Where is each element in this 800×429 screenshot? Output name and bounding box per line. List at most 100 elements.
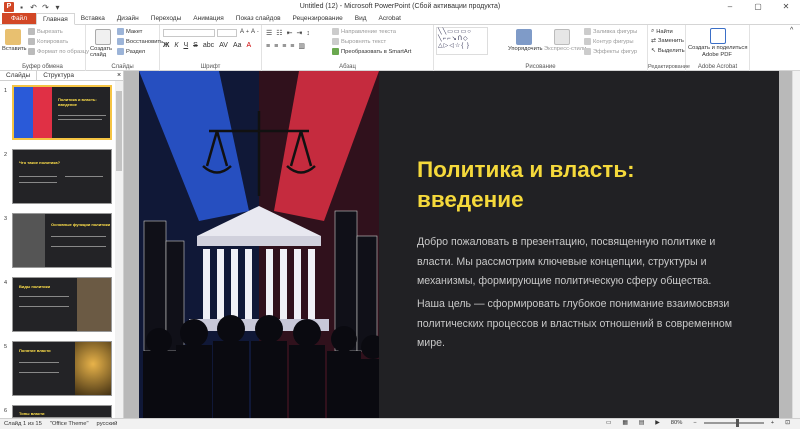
thumb-title: Типы власти bbox=[19, 411, 45, 416]
new-slide-button[interactable]: Создать слайд bbox=[90, 46, 116, 58]
quick-styles-button[interactable]: Экспресс-стили bbox=[544, 46, 586, 52]
underline-button[interactable]: Ч bbox=[183, 42, 188, 49]
close-pane-icon[interactable]: × bbox=[114, 71, 124, 80]
cut-button[interactable]: Вырезать bbox=[28, 28, 63, 35]
fill-icon bbox=[584, 28, 591, 35]
tab-insert[interactable]: Вставка bbox=[75, 13, 111, 24]
maximize-button[interactable]: ▢ bbox=[744, 0, 772, 14]
replace-button[interactable]: ⇄ Заменить bbox=[651, 38, 684, 44]
collapse-ribbon-icon[interactable]: ^ bbox=[790, 27, 793, 34]
slide-thumbnail-5[interactable]: Понятие власти bbox=[12, 341, 112, 396]
justify-icon[interactable]: ≡ bbox=[290, 43, 294, 50]
outline-icon bbox=[584, 38, 591, 45]
zoom-level[interactable]: 80% bbox=[667, 420, 687, 426]
shape-effects-button[interactable]: Эффекты фигур bbox=[584, 48, 637, 55]
slide-counter: Слайд 1 из 15 bbox=[4, 421, 42, 427]
paste-button[interactable]: Вставить bbox=[2, 46, 27, 52]
slide-paragraph-2[interactable]: Наша цель — сформировать глубокое понима… bbox=[417, 295, 747, 354]
tab-animations[interactable]: Анимация bbox=[187, 13, 230, 24]
copy-button[interactable]: Копировать bbox=[28, 38, 68, 45]
bullets-icon[interactable]: ☰ bbox=[266, 29, 272, 37]
slide-thumbnail-1[interactable]: Политика и власть: введение bbox=[12, 85, 112, 140]
bold-button[interactable]: Ж bbox=[163, 42, 169, 49]
save-icon[interactable]: ▪ bbox=[17, 3, 26, 12]
font-color-button[interactable]: A bbox=[247, 42, 252, 49]
reading-view-icon[interactable]: ▤ bbox=[635, 420, 648, 426]
spacing-button[interactable]: AV bbox=[219, 42, 228, 49]
language-indicator[interactable]: русский bbox=[93, 421, 122, 427]
format-painter-button[interactable]: Формат по образцу bbox=[28, 48, 89, 55]
customize-qat-icon[interactable]: ▾ bbox=[53, 3, 62, 12]
line-spacing-icon[interactable]: ↕ bbox=[306, 30, 310, 37]
indent-increase-icon[interactable]: ⇥ bbox=[296, 29, 302, 37]
find-button[interactable]: ⌕ Найти bbox=[651, 28, 673, 35]
tab-review[interactable]: Рецензирование bbox=[287, 13, 349, 24]
arrange-button[interactable]: Упорядочить bbox=[508, 46, 543, 52]
zoom-slider-knob[interactable] bbox=[735, 419, 739, 427]
slide-thumbnail-3[interactable]: Основные функции политики bbox=[12, 213, 112, 268]
paste-icon[interactable] bbox=[5, 29, 21, 45]
adobe-pdf-icon[interactable] bbox=[710, 28, 726, 44]
zoom-in-icon[interactable]: + bbox=[767, 420, 778, 426]
align-text-button[interactable]: Выровнять текст bbox=[332, 38, 386, 45]
slide-thumbnail-2[interactable]: Что такое политика? bbox=[12, 149, 112, 204]
slide-thumbnail-4[interactable]: Виды политики bbox=[12, 277, 112, 332]
italic-button[interactable]: К bbox=[174, 42, 178, 49]
shapes-gallery[interactable]: ╲╲▭▭▭○ ╲⌐⌐↘ᑎ◇ △▷◁☆{ } bbox=[436, 27, 488, 55]
undo-icon[interactable]: ↶ bbox=[29, 3, 38, 12]
tab-file[interactable]: Файл bbox=[2, 13, 36, 24]
zoom-out-icon[interactable]: − bbox=[689, 420, 700, 426]
case-button[interactable]: Aa bbox=[233, 42, 242, 49]
drawing-label: Рисование bbox=[525, 64, 556, 70]
cut-icon bbox=[28, 28, 35, 35]
align-right-icon[interactable]: ≡ bbox=[282, 43, 286, 50]
text-direction-button[interactable]: Направление текста bbox=[332, 28, 396, 35]
canvas-scrollbar[interactable] bbox=[792, 71, 800, 418]
minimize-button[interactable]: – bbox=[716, 0, 744, 14]
smartart-button[interactable]: Преобразовать в SmartArt bbox=[332, 48, 411, 55]
thumb-text-line bbox=[58, 119, 102, 120]
slide-thumbnail-6[interactable]: Типы власти bbox=[12, 405, 112, 418]
grow-font-button[interactable]: A + A- bbox=[240, 29, 259, 35]
new-slide-icon[interactable] bbox=[95, 29, 111, 45]
tab-outline[interactable]: Структура bbox=[37, 71, 80, 80]
slideshow-view-icon[interactable]: ▶ bbox=[651, 420, 663, 426]
redo-icon[interactable]: ↷ bbox=[41, 3, 50, 12]
select-button[interactable]: ↖ Выделить bbox=[651, 48, 685, 54]
create-pdf-button[interactable]: Создать и поделиться bbox=[688, 45, 747, 51]
reset-button[interactable]: Восстановить bbox=[117, 38, 163, 45]
tab-slides[interactable]: Слайды bbox=[0, 71, 38, 80]
columns-icon[interactable]: ▥ bbox=[298, 42, 305, 50]
close-window-button[interactable]: ✕ bbox=[772, 0, 800, 14]
shadow-button[interactable]: abc bbox=[203, 42, 214, 49]
thumbnails-scrollbar[interactable] bbox=[115, 81, 123, 418]
quick-styles-icon[interactable] bbox=[554, 29, 570, 45]
layout-icon bbox=[117, 28, 124, 35]
tab-design[interactable]: Дизайн bbox=[111, 13, 145, 24]
slide-title[interactable]: Политика и власть: введение bbox=[417, 155, 747, 215]
shape-outline-button[interactable]: Контур фигуры bbox=[584, 38, 634, 45]
font-size-combo[interactable] bbox=[217, 29, 237, 37]
section-button[interactable]: Раздел bbox=[117, 48, 145, 55]
shape-fill-button[interactable]: Заливка фигуры bbox=[584, 28, 637, 35]
indent-decrease-icon[interactable]: ⇤ bbox=[287, 29, 293, 37]
tab-home[interactable]: Главная bbox=[35, 13, 75, 25]
tab-slideshow[interactable]: Показ слайдов bbox=[230, 13, 287, 24]
slide-1[interactable]: Политика и власть: введение Добро пожало… bbox=[139, 71, 779, 418]
tab-acrobat[interactable]: Acrobat bbox=[373, 13, 407, 24]
align-center-icon[interactable]: ≡ bbox=[274, 43, 278, 50]
slide-paragraph-1[interactable]: Добро пожаловать в презентацию, посвящен… bbox=[417, 233, 747, 292]
numbering-icon[interactable]: ☷ bbox=[276, 29, 282, 37]
strike-button[interactable]: S bbox=[193, 42, 198, 49]
tab-transitions[interactable]: Переходы bbox=[145, 13, 188, 24]
sorter-view-icon[interactable]: ▦ bbox=[618, 420, 631, 426]
normal-view-icon[interactable]: ▭ bbox=[602, 420, 615, 426]
align-left-icon[interactable]: ≡ bbox=[266, 43, 270, 50]
fit-slide-icon[interactable]: ⊡ bbox=[781, 420, 794, 426]
scroll-thumb[interactable] bbox=[116, 91, 122, 171]
arrange-icon[interactable] bbox=[516, 29, 532, 45]
font-family-combo[interactable] bbox=[163, 29, 215, 37]
tab-view[interactable]: Вид bbox=[349, 13, 373, 24]
zoom-slider[interactable] bbox=[703, 419, 764, 427]
layout-button[interactable]: Макет bbox=[117, 28, 142, 35]
